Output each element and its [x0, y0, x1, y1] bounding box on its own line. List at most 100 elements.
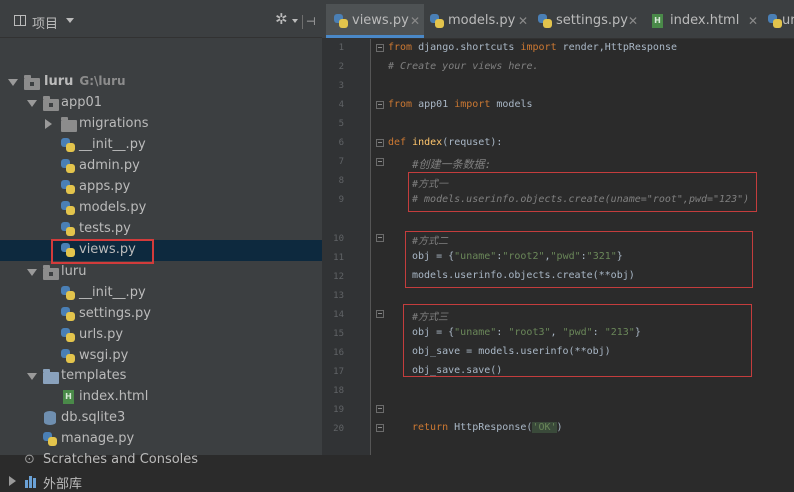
line-number: 9	[338, 195, 344, 205]
python-file-icon	[61, 138, 75, 152]
project-view-icon[interactable]	[14, 15, 26, 26]
tree-item-wsgi-py[interactable]: wsgi.py	[0, 346, 322, 367]
tree-item-label: manage.py	[61, 431, 135, 446]
code-line-13: models.userinfo.objects.create(**obj)	[412, 270, 635, 281]
tab-views-py[interactable]: views.py ✕	[326, 4, 424, 38]
tree-item-label: luru	[44, 74, 74, 89]
tree-item-luru-init-py[interactable]: __init__.py	[0, 283, 322, 304]
code-token: }	[634, 327, 641, 338]
code-line-6: def index(requset):	[388, 137, 502, 148]
code-line-12: obj = {"uname":"root2","pwd":"321"}	[412, 251, 623, 262]
collapse-arrow-icon[interactable]	[9, 476, 16, 486]
library-icon	[25, 476, 39, 488]
hide-panel-icon[interactable]: ⊣	[306, 15, 316, 29]
python-file-icon	[61, 307, 75, 321]
tree-item-init-py[interactable]: __init__.py	[0, 135, 322, 156]
line-number: 18	[333, 386, 344, 396]
tree-item-db-sqlite3[interactable]: db.sqlite3	[0, 408, 322, 429]
python-file-icon	[61, 328, 75, 342]
project-panel-header: 项目 ✲ ⊣	[0, 4, 322, 38]
tree-item-label: wsgi.py	[79, 348, 129, 363]
close-icon[interactable]: ✕	[628, 14, 638, 28]
code-token: def	[388, 137, 407, 148]
tree-item-migrations[interactable]: migrations	[0, 114, 322, 135]
line-number: 4	[338, 100, 344, 110]
chevron-down-icon[interactable]	[66, 18, 74, 23]
python-file-icon	[334, 14, 348, 28]
code-token: obj = {	[412, 251, 455, 262]
tree-item-luru[interactable]: luru	[0, 262, 322, 283]
tree-item-scratches[interactable]: ⊙ Scratches and Consoles	[0, 450, 322, 471]
fold-marker-icon[interactable]	[376, 158, 384, 166]
code-token: django.shortcuts	[412, 42, 521, 53]
close-icon[interactable]: ✕	[748, 14, 758, 28]
expand-arrow-icon[interactable]	[27, 373, 37, 380]
tree-item-templates[interactable]: templates	[0, 366, 322, 387]
python-file-icon	[430, 14, 444, 28]
tree-item-tests-py[interactable]: tests.py	[0, 219, 322, 240]
code-token: "pwd"	[550, 251, 581, 262]
tab-models-py[interactable]: models.py ✕	[426, 4, 532, 38]
code-token: "321"	[586, 251, 617, 262]
tree-item-label: templates	[61, 368, 127, 383]
close-icon[interactable]: ✕	[410, 14, 420, 28]
folder-icon	[24, 75, 40, 90]
code-token: 'OK'	[532, 422, 557, 433]
code-token: "pwd"	[562, 327, 593, 338]
code-line-11: #方式二	[412, 236, 449, 247]
fold-marker-icon[interactable]	[376, 310, 384, 318]
line-number: 2	[338, 62, 344, 72]
tree-item-label: index.html	[79, 389, 149, 404]
tree-item-views-py[interactable]: views.py	[0, 240, 322, 261]
folder-icon	[43, 96, 59, 111]
expand-arrow-icon[interactable]	[27, 269, 37, 276]
tree-item-models-py[interactable]: models.py	[0, 198, 322, 219]
fold-marker-icon[interactable]	[376, 101, 384, 109]
divider	[302, 15, 303, 29]
tab-urls-py[interactable]: url	[768, 4, 794, 38]
tree-item-label: Scratches and Consoles	[43, 452, 199, 467]
line-number: 15	[333, 329, 344, 339]
fold-marker-icon[interactable]	[376, 424, 384, 432]
tree-item-apps-py[interactable]: apps.py	[0, 177, 322, 198]
tab-settings-py[interactable]: settings.py ✕	[534, 4, 642, 38]
code-token: )	[556, 422, 563, 433]
close-icon[interactable]: ✕	[518, 14, 528, 28]
tree-item-admin-py[interactable]: admin.py	[0, 156, 322, 177]
tree-item-label: db.sqlite3	[61, 410, 126, 425]
gear-icon[interactable]: ✲	[275, 10, 288, 28]
tree-item-label: app01	[61, 95, 103, 110]
tree-item-luru-root[interactable]: luru G:\luru	[0, 72, 322, 93]
fold-marker-icon[interactable]	[376, 234, 384, 242]
tree-item-external-libraries[interactable]: 外部库	[0, 471, 322, 492]
code-line-17: obj_save = models.userinfo(**obj)	[412, 346, 611, 357]
database-icon	[44, 411, 56, 425]
tab-index-html[interactable]: H index.html ✕	[648, 4, 764, 38]
expand-arrow-icon[interactable]	[8, 79, 18, 86]
python-file-icon	[538, 14, 552, 28]
project-panel-title[interactable]: 项目	[32, 13, 58, 32]
python-file-icon	[61, 222, 75, 236]
python-file-icon	[61, 180, 75, 194]
tree-item-settings-py[interactable]: settings.py	[0, 304, 322, 325]
python-file-icon	[61, 159, 75, 173]
tree-item-urls-py[interactable]: urls.py	[0, 325, 322, 346]
python-file-icon	[61, 286, 75, 300]
line-number: 6	[338, 138, 344, 148]
tree-item-label: settings.py	[79, 306, 151, 321]
code-line-18: obj_save.save()	[412, 365, 503, 376]
tree-item-manage-py[interactable]: manage.py	[0, 429, 322, 450]
fold-marker-icon[interactable]	[376, 405, 384, 413]
code-token: ,	[544, 251, 551, 262]
expand-arrow-icon[interactable]	[27, 100, 37, 107]
code-token: from	[388, 42, 413, 53]
fold-marker-icon[interactable]	[376, 44, 384, 52]
tree-item-index-html[interactable]: H index.html	[0, 387, 322, 408]
highlight-box-method-2	[405, 231, 753, 288]
chevron-down-icon[interactable]	[292, 19, 298, 23]
line-number: 1	[338, 43, 344, 53]
tab-label: url	[782, 13, 794, 28]
tree-item-app01[interactable]: app01	[0, 93, 322, 114]
collapse-arrow-icon[interactable]	[45, 119, 52, 129]
fold-marker-icon[interactable]	[376, 139, 384, 147]
